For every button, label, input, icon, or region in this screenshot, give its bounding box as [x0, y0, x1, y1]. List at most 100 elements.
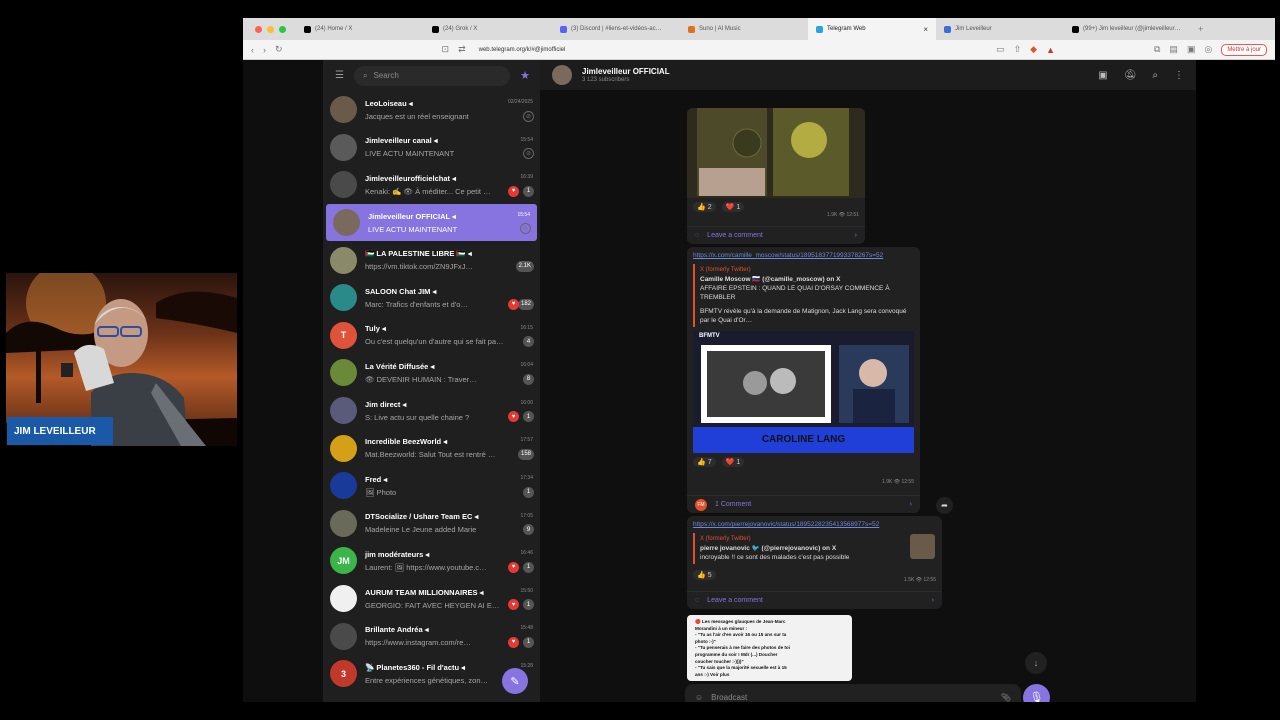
brave-shield-icon[interactable]: ◆	[1030, 44, 1037, 55]
forward-icon[interactable]: ›	[263, 45, 266, 55]
chat-list-item[interactable]: Jimleveilleurofficielchat ◂ Kenaki: ✍ 👁 À…	[323, 166, 540, 204]
tab-label: Telegram Web	[827, 26, 866, 32]
search-field[interactable]: ⌕ Search	[353, 65, 511, 86]
search-icon: ⌕	[362, 70, 368, 80]
unread-badge: 1	[523, 561, 534, 573]
live-stream-icon[interactable]: ▣	[1098, 70, 1107, 81]
avatar	[330, 246, 357, 274]
chat-list-item[interactable]: Jimleveilleur canal ◂ LIVE ACTU MAINTENAN…	[323, 129, 540, 167]
link-preview[interactable]: X (formerly Twitter) Camille Moscow 🇷🇺 (…	[693, 264, 914, 327]
chat-list-item[interactable]: Jim direct ◂ S: Live actu sur quelle chai…	[323, 392, 540, 430]
bookmark-icon[interactable]: ⊡	[442, 44, 450, 55]
message-4-screenshot[interactable]: 🔴 Les messages glauques de Jean-Marc Mora…	[687, 615, 852, 681]
scroll-down-button[interactable]: ↓	[1025, 652, 1047, 674]
chat-list-item[interactable]: LeoLoiseau ◂ Jacques est un réel enseigna…	[323, 91, 540, 129]
screenshot-line: coucher toucher :-))))"	[695, 658, 744, 664]
reaction-thumbs-up[interactable]: 👍 7	[693, 457, 716, 467]
reaction-thumbs-up[interactable]: 👍 5	[693, 570, 716, 580]
message-time: 12:51	[846, 212, 859, 218]
attach-icon[interactable]: 📎︎	[1001, 693, 1011, 702]
message-link[interactable]: https://x.com/pierrejovanovic/status/189…	[687, 516, 942, 531]
url-field[interactable]: web.telegram.org/k/#@jimofficiel	[479, 47, 566, 53]
comment-button[interactable]: FM 1 Comment ›	[687, 495, 920, 513]
reaction-heart[interactable]: ❤️ 1	[721, 202, 745, 212]
chat-list-item[interactable]: Brillante Andréa ◂ https://www.instagram.…	[323, 617, 540, 655]
comment-icon: ◌	[695, 232, 700, 239]
reload-icon[interactable]: ↻	[275, 44, 283, 55]
chat-preview: Ou c'est quelqu'un d'autre qui se fait p…	[365, 337, 504, 347]
unread-badge: 182	[517, 298, 534, 310]
mute-icon[interactable]: 🔕︎	[1124, 70, 1137, 81]
site-info-icon[interactable]: ⇄	[458, 44, 466, 55]
browser-tab[interactable]: (24) Grok / X	[424, 18, 552, 40]
video-caption: CAROLINE LANG	[761, 434, 846, 445]
chat-list-item[interactable]: JM jim modérateurs ◂ Laurent: 🖼 https://ww…	[323, 542, 540, 580]
wallet-icon[interactable]: ▣	[1187, 44, 1196, 55]
chat-time: 17:57	[520, 437, 533, 444]
close-window-button[interactable]	[255, 25, 262, 33]
maximize-window-button[interactable]	[279, 25, 286, 33]
search-icon[interactable]: ⌕	[1152, 70, 1158, 81]
avatar: 3	[330, 660, 357, 688]
chat-list-item[interactable]: T Tuly ◂ Ou c'est quelqu'un d'autre qui se…	[323, 317, 540, 355]
screenshot-text: 🔴 Les messages glauques de Jean-Marc Mora…	[687, 615, 852, 681]
browser-tab[interactable]: Suno | AI Music	[680, 18, 808, 40]
view-count: 1.9K	[827, 212, 838, 218]
microphone-button[interactable]: 🎙︎	[1023, 684, 1050, 702]
channel-avatar[interactable]	[552, 65, 572, 85]
chat-list-item[interactable]: SALOON Chat JIM ◂ Marc: Trafics d'enfants…	[323, 279, 540, 317]
new-tab-button[interactable]: +	[1198, 24, 1203, 34]
chat-preview: LIVE ACTU MAINTENANT	[368, 224, 458, 234]
comment-button[interactable]: ◌ Leave a comment ›	[687, 591, 942, 609]
chat-list-item[interactable]: Jimleveilleur OFFICIAL ◂ LIVE ACTU MAINTE…	[326, 203, 537, 242]
reaction-thumbs-up[interactable]: 👍 2	[693, 202, 716, 212]
video-preview[interactable]: BFMTV CAROLINE LANG	[693, 331, 914, 453]
chat-list-item[interactable]: Incredible BeezWorld ◂ Mat.Beezworld: Sal…	[323, 429, 540, 467]
message-composer[interactable]: ☺ Broadcast 📎︎	[685, 684, 1021, 702]
star-icon[interactable]: ★	[520, 69, 530, 82]
screenshot-line: 🔴 Les messages glauques de Jean-Marc	[695, 619, 786, 624]
sidebar-toggle-icon[interactable]: ▤	[1169, 44, 1178, 55]
extensions-icon[interactable]: ⧉	[1154, 44, 1160, 55]
share-icon[interactable]: ⇧	[1014, 44, 1022, 55]
rewards-icon[interactable]: ▲	[1046, 45, 1055, 55]
update-button[interactable]: Mettre à jour	[1221, 43, 1267, 56]
more-icon[interactable]: ⋮	[1174, 70, 1184, 81]
chat-list-item[interactable]: AURUM TEAM MILLIONNAIRES ◂ GEORGIO: FAIT …	[323, 580, 540, 618]
address-bar: ‹ › ↻ ⊡ ⇄ web.telegram.org/k/#@jimoffici…	[243, 40, 1275, 60]
screenshot-line: - "Tu as l'air d'en avoir 16 ou 15 ans s…	[695, 632, 787, 638]
view-count: 1.5K	[904, 577, 915, 583]
chat-list-item[interactable]: Fred ◂ 🖼 Photo 17:34 1	[323, 467, 540, 505]
link-preview[interactable]: X (formerly Twitter) pierre jovanovic 🐦 …	[693, 533, 906, 564]
photo-tshirts[interactable]	[687, 108, 865, 198]
browser-tab[interactable]: Jim Leveilleur	[936, 18, 1064, 40]
close-tab-icon[interactable]: ×	[923, 25, 928, 34]
chat-header[interactable]: Jimleveilleur OFFICIAL 3 123 subscribers…	[540, 60, 1196, 90]
browser-tab[interactable]: Telegram Web ×	[808, 18, 936, 40]
chat-panel: Jimleveilleur OFFICIAL 3 123 subscribers…	[540, 60, 1196, 702]
chat-list-item[interactable]: DTSocialize / Ushare Team EC ◂ Madeleine …	[323, 505, 540, 543]
browser-tab[interactable]: (3) Discord | #liens-et-vidéos-ac…	[552, 18, 680, 40]
comment-icon: ◌	[695, 597, 700, 604]
menu-icon[interactable]: ☰	[335, 70, 344, 81]
chat-text: DTSocialize / Ushare Team EC ◂ Madeleine …	[365, 512, 534, 534]
emoji-icon[interactable]: ☺	[695, 693, 703, 702]
unread-badge: 1	[523, 185, 534, 197]
comment-button[interactable]: ◌ Leave a comment ›	[687, 226, 865, 244]
browser-tab[interactable]: (24) Home / X	[296, 18, 424, 40]
minimize-window-button[interactable]	[267, 25, 274, 33]
screen-icon[interactable]: ▭	[996, 44, 1005, 55]
reaction-heart[interactable]: ❤️ 1	[721, 457, 745, 467]
chat-time: 16:00	[520, 399, 533, 406]
back-icon[interactable]: ‹	[251, 45, 254, 55]
chat-preview: LIVE ACTU MAINTENANT	[365, 149, 455, 159]
vpn-icon[interactable]: ◎	[1204, 44, 1212, 55]
new-message-button[interactable]: ✎	[502, 668, 528, 694]
chat-list-item[interactable]: 🇵🇸 LA PALESTINE LIBRE 🇵🇸 ◂ https://vm.tik…	[323, 241, 540, 279]
forward-icon[interactable]: ➦	[936, 497, 953, 514]
screenshot-line: photo :-)"	[695, 638, 716, 644]
browser-tab[interactable]: (99+) Jim leveilleur (@jimleveilleur…	[1064, 18, 1192, 40]
message-link[interactable]: https://x.com/camille_moscow/status/1895…	[687, 247, 920, 262]
tab-bar: (24) Home / X (24) Grok / X (3) Discord | …	[243, 18, 1275, 40]
chat-list-item[interactable]: La Vérité Diffusée ◂ 👁 DEVENIR HUMAIN : T…	[323, 354, 540, 392]
